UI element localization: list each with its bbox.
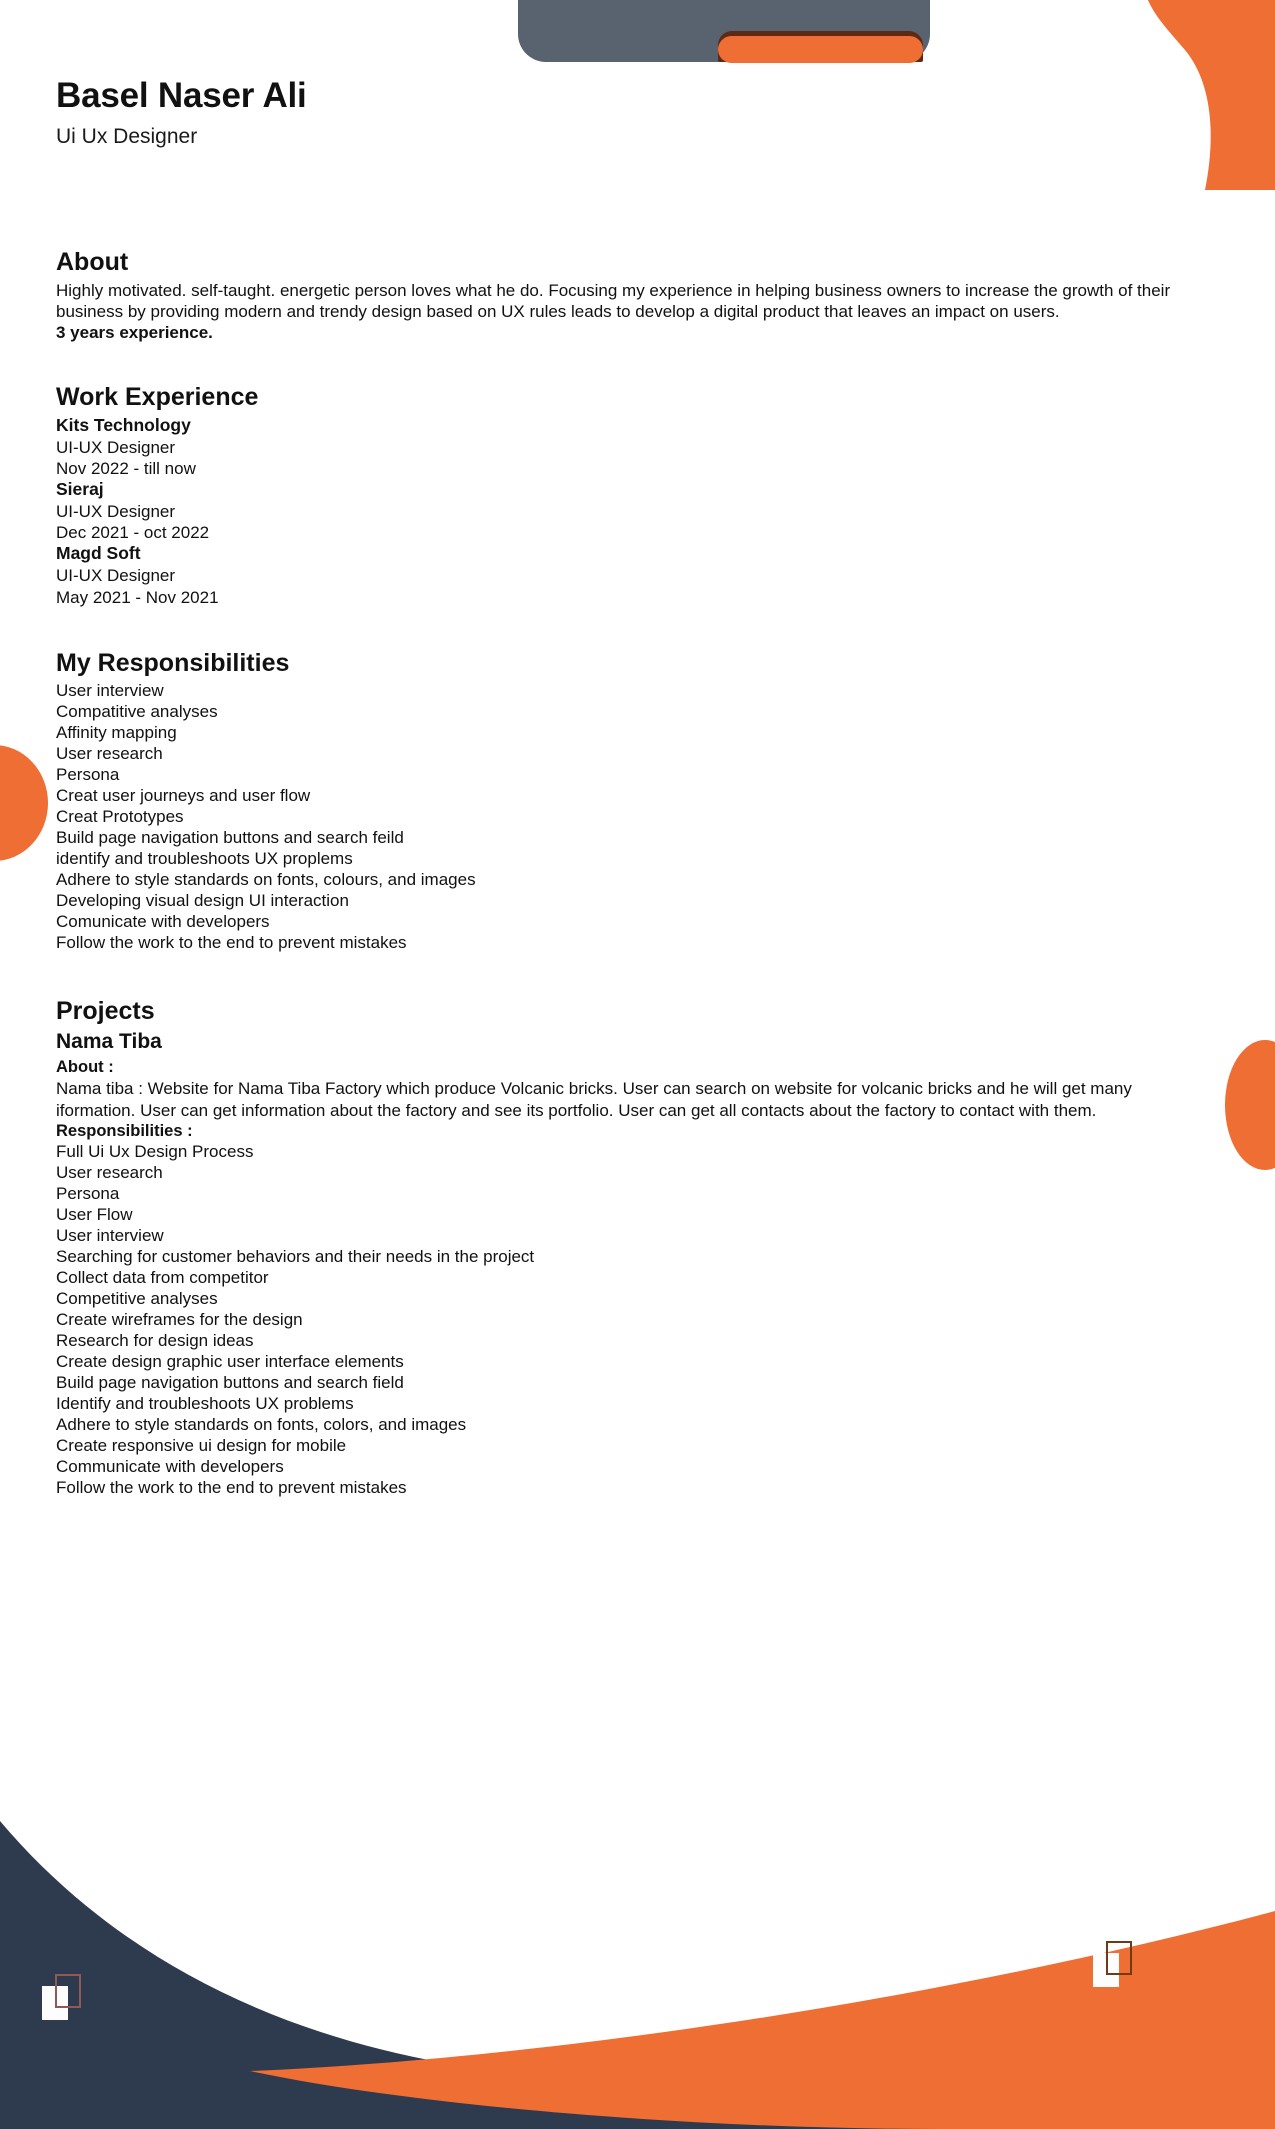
job-title: UI-UX Designer — [56, 566, 176, 586]
list-item: Follow the work to the end to prevent mi… — [56, 1477, 407, 1497]
job-entry: Magd Soft UI-UX Designer May 2021 - Nov … — [56, 543, 1219, 607]
list-item: Create design graphic user interface ele… — [56, 1352, 404, 1372]
about-section-title: About — [56, 247, 129, 276]
logo-square-outline — [1106, 1941, 1132, 1975]
list-item: Adhere to style standards on fonts, colo… — [56, 869, 476, 889]
list-item: Collect data from competitor — [56, 1268, 269, 1288]
list-item: Compatitive analyses — [56, 701, 218, 721]
list-item: User research — [56, 1163, 163, 1183]
list-item: Full Ui Ux Design Process — [56, 1142, 254, 1162]
job-company: Sieraj — [56, 479, 104, 500]
job-company: Kits Technology — [56, 414, 191, 435]
list-item: Persona — [56, 764, 120, 784]
responsibilities-list: User interview Compatitive analyses Affi… — [56, 681, 1219, 954]
list-item: Follow the work to the end to prevent mi… — [56, 932, 407, 952]
list-item: Creat Prototypes — [56, 806, 184, 826]
project-entry: Nama Tiba About : Nama tiba : Website fo… — [56, 1029, 1219, 1499]
candidate-role: Ui Ux Designer — [56, 124, 198, 148]
list-item: Create responsive ui design for mobile — [56, 1436, 347, 1456]
project-about-text: Nama tiba : Website for Nama Tiba Factor… — [56, 1079, 1132, 1120]
responsibilities-section-title: My Responsibilities — [56, 648, 290, 677]
job-dates: Dec 2021 - oct 2022 — [56, 523, 210, 543]
project-responsibilities-label: Responsibilities : — [56, 1121, 193, 1140]
work-experience-section: Work Experience Kits Technology UI-UX De… — [56, 382, 1219, 608]
list-item: Competitive analyses — [56, 1289, 218, 1309]
list-item: Build page navigation buttons and search… — [56, 827, 404, 847]
logo-square-outline — [55, 1974, 81, 2008]
list-item: Developing visual design UI interaction — [56, 890, 349, 910]
list-item: Persona — [56, 1184, 120, 1204]
list-item: Create wireframes for the design — [56, 1310, 303, 1330]
projects-section-title: Projects — [56, 996, 155, 1025]
list-item: Identify and troubleshoots UX problems — [56, 1394, 354, 1414]
list-item: Communicate with developers — [56, 1457, 284, 1476]
job-dates: Nov 2022 - till now — [56, 458, 196, 478]
job-dates: May 2021 - Nov 2021 — [56, 587, 219, 607]
list-item: Comunicate with developers — [56, 911, 270, 931]
resume-content: Basel Naser Ali Ui Ux Designer About Hig… — [0, 0, 1275, 1499]
project-name: Nama Tiba — [56, 1029, 162, 1053]
about-experience-note: 3 years experience. — [56, 323, 213, 343]
project-about-label: About : — [56, 1057, 114, 1076]
list-item: User interview — [56, 680, 164, 700]
resume-page: Basel Naser Ali Ui Ux Designer About Hig… — [0, 0, 1275, 2129]
job-entry: Sieraj UI-UX Designer Dec 2021 - oct 202… — [56, 479, 1219, 543]
candidate-name: Basel Naser Ali — [56, 76, 307, 115]
projects-section: Projects Nama Tiba About : Nama tiba : W… — [56, 996, 1219, 1499]
job-title: UI-UX Designer — [56, 437, 176, 457]
list-item: Build page navigation buttons and search… — [56, 1373, 404, 1393]
list-item: Affinity mapping — [56, 722, 177, 742]
list-item: Searching for customer behaviors and the… — [56, 1247, 535, 1267]
list-item: Creat user journeys and user flow — [56, 785, 311, 805]
list-item: User interview — [56, 1226, 164, 1246]
work-experience-section-title: Work Experience — [56, 382, 259, 411]
footer-curve-shapes — [0, 1799, 1275, 2129]
responsibilities-section: My Responsibilities User interview Compa… — [56, 648, 1219, 954]
list-item: User Flow — [56, 1205, 133, 1225]
list-item: Research for design ideas — [56, 1331, 254, 1351]
about-paragraph: Highly motivated. self-taught. energetic… — [56, 280, 1171, 322]
about-section: About Highly motivated. self-taught. ene… — [56, 247, 1219, 344]
list-item: User research — [56, 743, 163, 763]
list-item: identify and troubleshoots UX proplems — [56, 848, 353, 868]
job-company: Magd Soft — [56, 543, 141, 564]
list-item: Adhere to style standards on fonts, colo… — [56, 1415, 467, 1435]
project-responsibilities-list: Full Ui Ux Design Process User research … — [56, 1142, 1219, 1499]
job-title: UI-UX Designer — [56, 501, 176, 521]
job-entry: Kits Technology UI-UX Designer Nov 2022 … — [56, 415, 1219, 479]
